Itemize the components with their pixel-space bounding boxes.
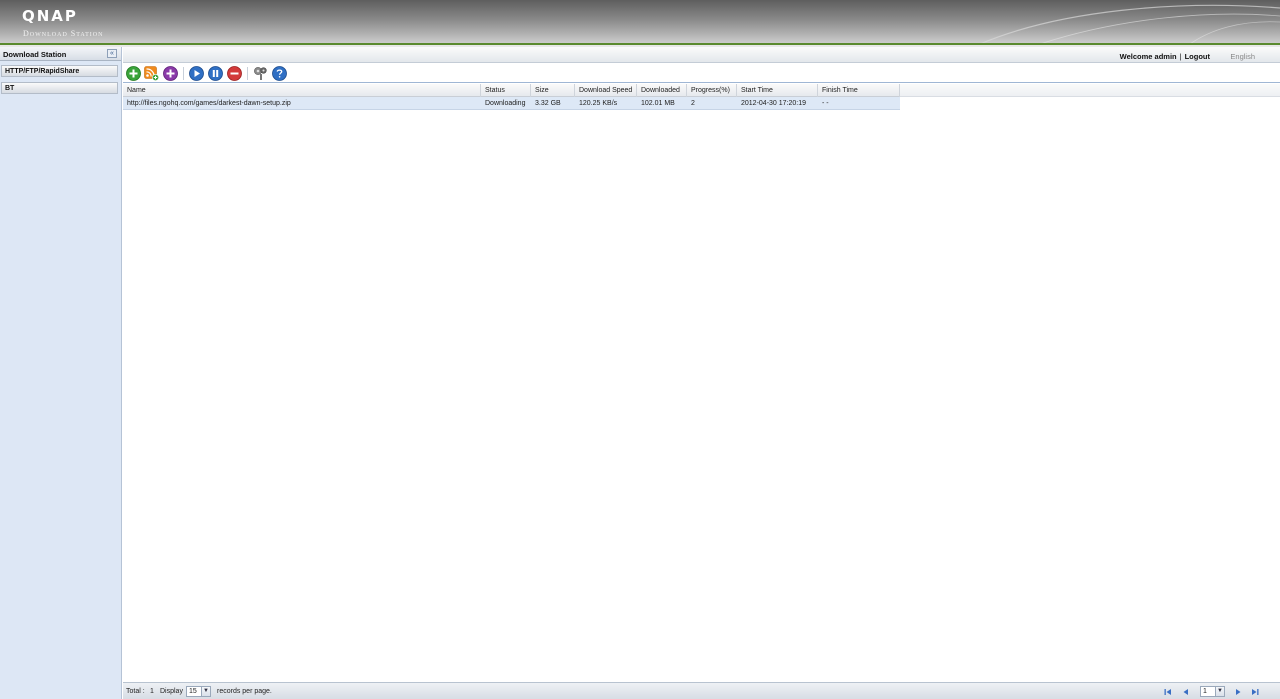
cell-start-time: 2012-04-30 17:20:19 [741, 100, 806, 107]
column-header-name[interactable]: Name [123, 84, 481, 97]
add-rss-button[interactable] [144, 66, 159, 81]
qnap-logo: QNAP [22, 7, 78, 25]
pause-button[interactable] [208, 66, 223, 81]
sidebar-item-http-ftp-rapidshare[interactable]: HTTP/FTP/RapidShare [1, 65, 118, 77]
toolbar [123, 64, 1280, 83]
separator: | [1179, 52, 1182, 61]
collapse-sidebar-button[interactable]: « [107, 49, 117, 58]
add-download-button[interactable] [126, 66, 141, 81]
cell-download-speed: 120.25 KB/s [579, 100, 618, 107]
cell-size: 3.32 GB [535, 100, 561, 107]
welcome-area: Welcome admin | Logout [1120, 52, 1210, 61]
column-header-progress[interactable]: Progress(%) [687, 84, 737, 97]
play-icon [189, 66, 204, 81]
page-size-value: 15 [189, 688, 197, 695]
top-bar: Welcome admin | Logout English [123, 47, 1280, 63]
table-row[interactable]: http://files.ngohq.com/games/darkest-daw… [123, 97, 900, 110]
records-label: records per page. [217, 688, 272, 695]
first-page-icon[interactable] [1163, 687, 1173, 697]
cell-progress: 2 [691, 100, 695, 107]
previous-page-icon[interactable] [1181, 687, 1191, 697]
column-header-size[interactable]: Size [531, 84, 575, 97]
cell-downloaded: 102.01 MB [641, 100, 675, 107]
last-page-icon[interactable] [1250, 687, 1260, 697]
cell-name: http://files.ngohq.com/games/darkest-daw… [127, 100, 291, 107]
language-selector[interactable]: English [1230, 52, 1255, 61]
logout-link[interactable]: Logout [1185, 52, 1210, 61]
sidebar-item-bt[interactable]: BT [1, 82, 118, 94]
table-header: Name Status Size Download Speed Download… [123, 84, 900, 97]
table-header-filler [900, 84, 1280, 97]
start-button[interactable] [189, 66, 204, 81]
help-button[interactable] [272, 66, 287, 81]
pagination-bar: Total : 1 Display 15 ▼ records per page.… [123, 682, 1280, 699]
add-purple-icon [163, 66, 178, 81]
column-header-status[interactable]: Status [481, 84, 531, 97]
remove-icon [227, 66, 242, 81]
chevron-down-icon: ▼ [201, 687, 210, 696]
page-number-select[interactable]: 1 ▼ [1200, 686, 1225, 697]
settings-icon [254, 67, 267, 80]
column-header-downloaded[interactable]: Downloaded [637, 84, 687, 97]
add-purple-button[interactable] [163, 66, 178, 81]
total-count: 1 [150, 688, 154, 695]
welcome-text: Welcome admin [1119, 52, 1177, 61]
sidebar-title: Download Station [3, 50, 67, 59]
cell-status: Downloading [485, 100, 526, 107]
pause-icon [208, 66, 223, 81]
app-header: QNAP Download Station [0, 0, 1280, 44]
column-header-start-time[interactable]: Start Time [737, 84, 818, 97]
toolbar-separator [183, 67, 184, 80]
sidebar-item-label: BT [5, 85, 15, 92]
chevron-down-icon: ▼ [1215, 687, 1224, 696]
sidebar-header: Download Station « [0, 47, 121, 61]
header-decoration [980, 4, 1280, 44]
page-size-select[interactable]: 15 ▼ [186, 686, 211, 697]
toolbar-separator [247, 67, 248, 80]
remove-button[interactable] [227, 66, 242, 81]
total-label: Total : [126, 688, 145, 695]
next-page-icon[interactable] [1233, 687, 1243, 697]
page-number-value: 1 [1203, 688, 1207, 695]
sidebar: Download Station « HTTP/FTP/RapidShare B… [0, 47, 122, 699]
add-icon [126, 66, 141, 81]
sidebar-item-label: HTTP/FTP/RapidShare [5, 68, 80, 75]
column-header-finish-time[interactable]: Finish Time [818, 84, 900, 97]
rss-icon [144, 66, 159, 81]
column-header-download-speed[interactable]: Download Speed [575, 84, 637, 97]
cell-finish-time: - - [822, 100, 829, 107]
display-label: Display [160, 688, 183, 695]
product-name: Download Station [23, 29, 104, 38]
help-icon [272, 66, 287, 81]
settings-button[interactable] [253, 66, 268, 81]
